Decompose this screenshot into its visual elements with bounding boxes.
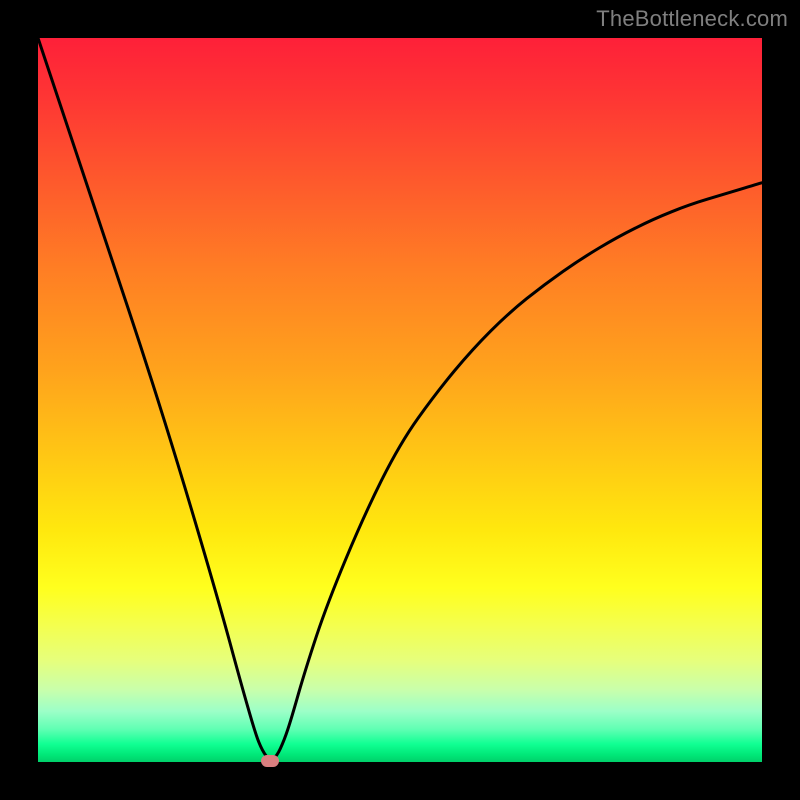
watermark-text: TheBottleneck.com — [596, 6, 788, 32]
bottleneck-curve — [38, 38, 762, 759]
chart-frame: TheBottleneck.com — [0, 0, 800, 800]
plot-area — [38, 38, 762, 762]
min-marker — [261, 755, 279, 767]
curve-svg — [38, 38, 762, 762]
